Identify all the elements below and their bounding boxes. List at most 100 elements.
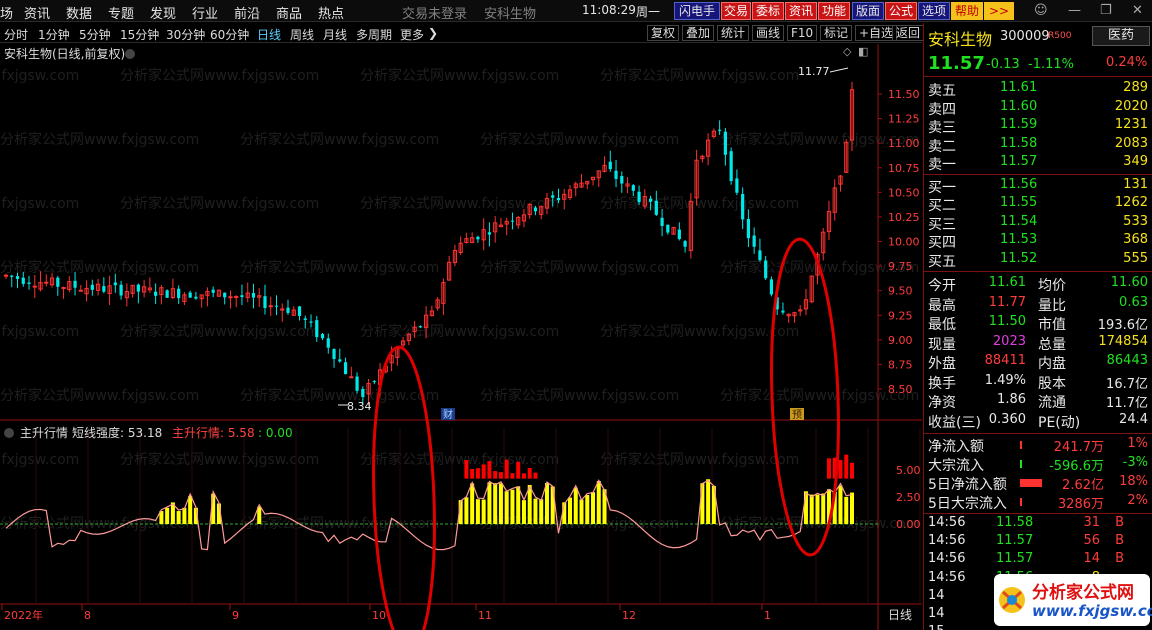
watermark-text: 分析家公式网www.fxjgsw.com (0, 67, 79, 84)
menu-item-frontier[interactable]: 前沿 (234, 3, 260, 22)
date-tick-label: 2022年 (4, 608, 43, 622)
stat-label: 净资 (928, 395, 956, 411)
tab-1min[interactable]: 1分钟 (38, 26, 70, 43)
menu-item-data[interactable]: 数据 (66, 3, 92, 22)
kline-chart-svg[interactable]: 分析家公式网www.fxjgsw.com 分析家公式网www.fxjgsw.com… (0, 44, 922, 630)
minimize-icon[interactable]: — (1068, 3, 1081, 18)
menu-item-industry[interactable]: 行业 (192, 3, 218, 22)
flow-bar (1020, 479, 1042, 487)
flash-trade-button[interactable]: 闪电手 (674, 2, 720, 20)
stat-value: 86443 (1106, 353, 1148, 368)
tick-volume: 56 (1083, 533, 1100, 549)
flow-label: 净流入额 (928, 439, 984, 455)
tab-30min[interactable]: 30分钟 (166, 26, 205, 43)
ask-price[interactable]: 11.60 (1000, 99, 1037, 114)
indicator-dropdown-icon[interactable] (4, 428, 14, 438)
adjust-button[interactable]: 复权 (647, 25, 680, 41)
menu-item-commodity[interactable]: 商品 (276, 3, 302, 22)
indicator-bar (815, 494, 820, 524)
menu-item-home[interactable]: 场 (0, 3, 13, 22)
candle-body (510, 220, 515, 222)
overlay-button[interactable]: 叠加 (682, 25, 715, 41)
menu-item-hot[interactable]: 热点 (318, 3, 344, 22)
candle-body (234, 296, 239, 299)
mark-button[interactable]: 标记 (820, 25, 853, 41)
function-button[interactable]: 功能 (818, 2, 850, 20)
diamond-icon[interactable]: ◇ (843, 45, 852, 58)
news-button[interactable]: 资讯 (785, 2, 817, 20)
price-tick-label: 9.00 (888, 334, 913, 347)
candle-body (781, 310, 785, 313)
tab-5min[interactable]: 5分钟 (79, 26, 111, 43)
f10-button[interactable]: F10 (787, 25, 818, 41)
trade-button[interactable]: 交易 (721, 2, 751, 20)
candle-body (764, 260, 768, 279)
order-mark-button[interactable]: 委标 (752, 2, 784, 20)
candle-body (372, 381, 376, 383)
tab-timeshare[interactable]: 分时 (4, 26, 28, 43)
ask-price[interactable]: 11.59 (1000, 117, 1037, 132)
draw-line-button[interactable]: 画线 (752, 25, 785, 41)
tab-daily[interactable]: 日线 (257, 26, 281, 43)
indicator-strength-label: 短线强度: 53.18 (72, 425, 162, 440)
indicator-bar (182, 507, 187, 524)
options-button[interactable]: 选项 (918, 2, 950, 20)
candle-body (614, 170, 618, 179)
indicator-bar (470, 468, 475, 479)
add-watchlist-button[interactable]: +自选 (855, 25, 898, 41)
bid-price[interactable]: 11.52 (1000, 251, 1037, 266)
clock-time: 11:08:29 (582, 3, 636, 17)
tab-60min[interactable]: 60分钟 (210, 26, 249, 43)
more-button[interactable]: >> (984, 2, 1014, 20)
bid-price[interactable]: 11.54 (1000, 214, 1037, 229)
flow-value: 3286万 (1057, 497, 1104, 512)
tab-multi-period[interactable]: 多周期 (356, 26, 392, 43)
candle-body (188, 292, 192, 298)
price-change: -0.13 (986, 57, 1020, 72)
panel-toggle-icon[interactable]: ◧ (858, 45, 868, 58)
indicator-bar (516, 461, 521, 479)
restore-icon[interactable]: ❐ (1100, 3, 1112, 18)
candle-body (361, 388, 365, 397)
chart-title-dropdown-icon[interactable] (125, 49, 135, 59)
bid-price[interactable]: 11.55 (1000, 195, 1037, 210)
formula-button[interactable]: 公式 (885, 2, 917, 20)
price-tick-label: 9.25 (888, 309, 913, 322)
candle-body (309, 321, 313, 323)
ask-label: 卖五 (928, 83, 956, 99)
login-status[interactable]: 交易未登录 (402, 3, 467, 22)
candle-body (78, 289, 83, 292)
menu-item-topics[interactable]: 专题 (108, 3, 134, 22)
menu-item-discover[interactable]: 发现 (150, 3, 176, 22)
kline-chart-panel[interactable]: 分析家公式网www.fxjgsw.com 分析家公式网www.fxjgsw.com… (0, 44, 922, 630)
tab-more[interactable]: 更多 (400, 26, 424, 43)
chart-title: 安科生物(日线,前复权) (4, 46, 125, 61)
user-icon[interactable]: ☺ (1034, 3, 1048, 18)
statistics-button[interactable]: 统计 (717, 25, 750, 41)
high-price-arrow (829, 67, 849, 73)
tab-weekly[interactable]: 周线 (290, 26, 314, 43)
layout-button[interactable]: 版面 (852, 2, 884, 20)
bid-price[interactable]: 11.53 (1000, 232, 1037, 247)
close-icon[interactable]: ✕ (1132, 3, 1143, 18)
indicator-bar (498, 472, 503, 479)
candle-body (648, 198, 653, 202)
tab-15min[interactable]: 15分钟 (120, 26, 159, 43)
ask-price[interactable]: 11.61 (1000, 80, 1037, 95)
indicator-title[interactable]: 主升行情 (20, 426, 68, 440)
ask-price[interactable]: 11.57 (1000, 154, 1037, 169)
tab-monthly[interactable]: 月线 (323, 26, 347, 43)
menu-item-news[interactable]: 资讯 (24, 3, 50, 22)
help-button[interactable]: 帮助 (951, 2, 983, 20)
ask-price[interactable]: 11.58 (1000, 136, 1037, 151)
tick-time: 14 (928, 606, 945, 621)
chevron-right-icon[interactable]: ❯ (428, 26, 438, 40)
indicator-bar (470, 483, 475, 524)
sector-button[interactable]: 医药 (1092, 26, 1150, 46)
candle-body (10, 275, 14, 277)
bid-price[interactable]: 11.56 (1000, 177, 1037, 192)
back-button[interactable]: 返回 (892, 25, 925, 41)
indicator-bar (821, 493, 826, 524)
candle-body (177, 288, 181, 299)
candle-body (666, 224, 670, 233)
